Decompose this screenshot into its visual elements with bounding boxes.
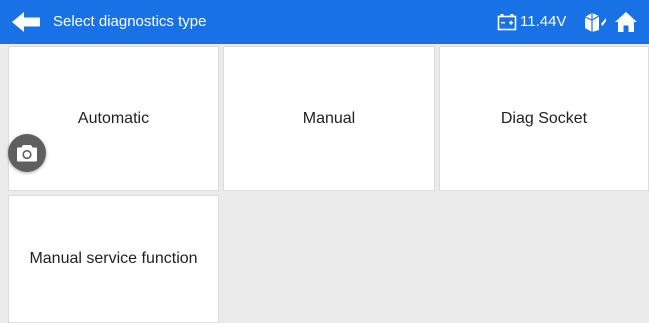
- tile-manual-service-function[interactable]: Manual service function: [8, 195, 219, 323]
- diagnostics-type-grid: Automatic Manual Diag Socket Manual serv…: [0, 44, 649, 323]
- page-title: Select diagnostics type: [53, 13, 207, 30]
- home-icon[interactable]: [614, 10, 638, 34]
- camera-icon: [17, 145, 37, 162]
- tile-label: Diag Socket: [500, 109, 588, 127]
- top-bar: Select diagnostics type 11.44V: [0, 0, 649, 44]
- back-button[interactable]: [10, 9, 42, 35]
- battery-voltage: 11.44V: [520, 13, 567, 30]
- vehicle-icon[interactable]: [583, 11, 607, 33]
- tile-label: Manual service function: [29, 250, 198, 267]
- tile-diag-socket[interactable]: Diag Socket: [439, 46, 649, 191]
- tile-label: Manual: [302, 109, 356, 127]
- tile-manual[interactable]: Manual: [223, 46, 435, 191]
- tile-label: Automatic: [77, 109, 150, 127]
- battery-icon: [497, 14, 517, 31]
- camera-button[interactable]: [8, 134, 46, 172]
- back-arrow-icon: [12, 12, 40, 32]
- tile-automatic[interactable]: Automatic: [8, 46, 219, 191]
